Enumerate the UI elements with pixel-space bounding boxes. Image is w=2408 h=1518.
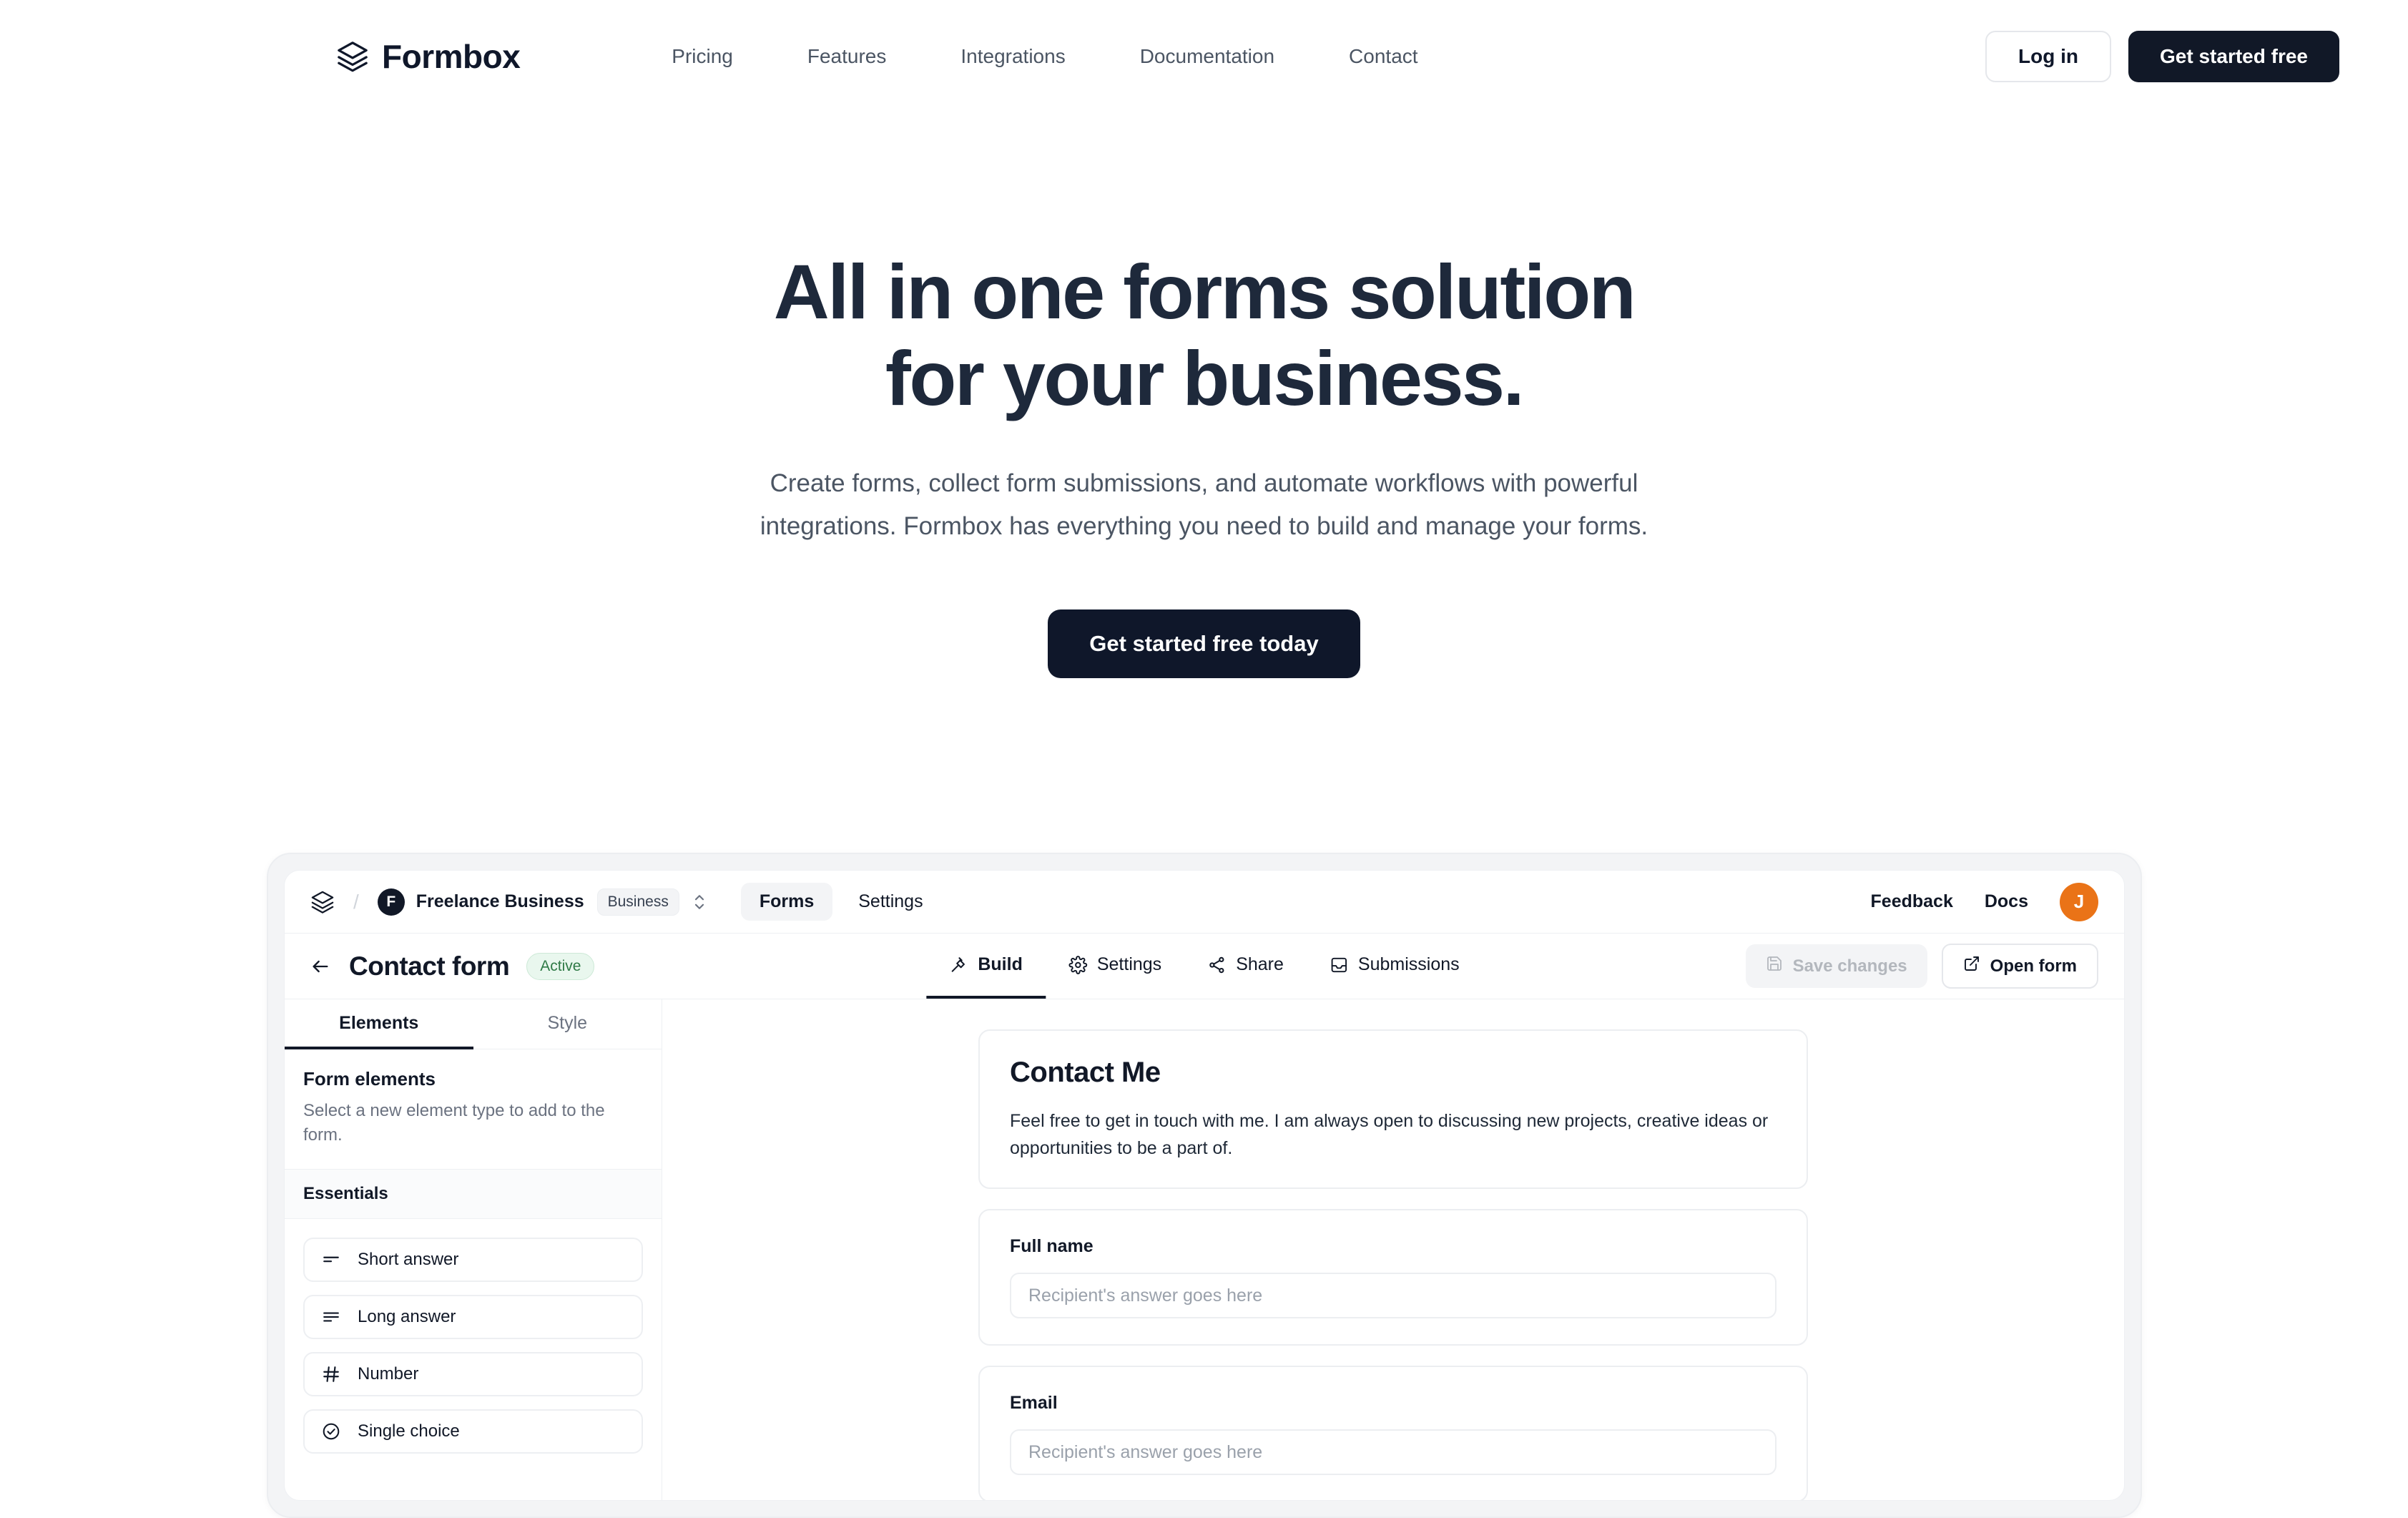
tab-share[interactable]: Share [1184, 934, 1307, 999]
field-label: Email [1010, 1393, 1058, 1413]
preview-field-card[interactable]: Full name Recipient's answer goes here [978, 1209, 1808, 1346]
form-canvas: Contact Me Feel free to get in touch wit… [662, 999, 2124, 1500]
tab-settings[interactable]: Settings [840, 883, 941, 921]
element-item-number[interactable]: Number [303, 1352, 643, 1397]
field-label: Full name [1010, 1236, 1094, 1256]
topbar-right-actions: Feedback Docs J [1871, 882, 2098, 921]
save-disk-icon [1766, 955, 1783, 977]
form-preview: Contact Me Feel free to get in touch wit… [978, 1029, 1808, 1500]
headline-line-1: All in one forms solution [773, 248, 1636, 335]
app-screenshot-frame: / F Freelance Business Business Forms Se… [267, 853, 2142, 1518]
external-link-icon [1963, 955, 1980, 977]
tab-style[interactable]: Style [473, 999, 662, 1049]
app-window: / F Freelance Business Business Forms Se… [284, 870, 2125, 1501]
nav-link-features[interactable]: Features [770, 45, 924, 68]
element-item-long-answer[interactable]: Long answer [303, 1295, 643, 1340]
nav-link-pricing[interactable]: Pricing [634, 45, 770, 68]
form-header: Contact form Active Build Settings Share… [285, 934, 2124, 999]
hero-section: All in one forms solution for your busin… [0, 113, 2408, 679]
short-answer-icon [322, 1250, 340, 1269]
chevron-up-down-icon[interactable] [679, 892, 707, 912]
app-layers-icon[interactable] [310, 890, 335, 914]
form-section-tabs: Build Settings Share Submissions [926, 934, 1482, 999]
tab-form-settings[interactable]: Settings [1046, 934, 1184, 999]
layers-icon [336, 40, 369, 73]
page-title: All in one forms solution for your busin… [0, 248, 2408, 422]
tab-build-label: Build [978, 954, 1023, 974]
sidebar-description: Select a new element type to add to the … [303, 1101, 605, 1145]
build-icon [949, 956, 968, 974]
tab-share-label: Share [1236, 954, 1284, 974]
check-circle-icon [322, 1422, 340, 1441]
element-type-list: Short answer Long answer Number Single c… [285, 1219, 662, 1472]
save-changes-label: Save changes [1792, 956, 1907, 976]
feedback-link[interactable]: Feedback [1871, 891, 1953, 912]
element-item-label: Short answer [358, 1250, 459, 1270]
org-avatar: F [377, 888, 405, 916]
element-item-label: Single choice [358, 1421, 460, 1441]
element-item-label: Number [358, 1364, 419, 1384]
preview-field-card[interactable]: Email Recipient's answer goes here [978, 1366, 1808, 1500]
field-input-full-name[interactable]: Recipient's answer goes here [1010, 1273, 1776, 1318]
app-body: Elements Style Form elements Select a ne… [285, 999, 2124, 1500]
hero-cta-button[interactable]: Get started free today [1048, 609, 1360, 679]
brand-name: Formbox [382, 38, 521, 75]
headline-line-2: for your business. [885, 334, 1525, 421]
nav-link-integrations[interactable]: Integrations [923, 45, 1102, 68]
elements-sidebar: Elements Style Form elements Select a ne… [285, 999, 662, 1500]
tab-form-settings-label: Settings [1096, 954, 1162, 974]
breadcrumb-separator: / [353, 890, 359, 913]
preview-description: Feel free to get in touch with me. I am … [1010, 1111, 1769, 1158]
open-form-label: Open form [1990, 956, 2077, 976]
org-name: Freelance Business [416, 891, 584, 911]
tab-elements[interactable]: Elements [285, 999, 473, 1049]
field-input-email[interactable]: Recipient's answer goes here [1010, 1429, 1776, 1475]
element-item-short-answer[interactable]: Short answer [303, 1238, 643, 1283]
tab-forms[interactable]: Forms [740, 883, 833, 921]
plan-badge: Business [596, 888, 679, 916]
form-title: Contact form [349, 951, 510, 981]
nav-link-contact[interactable]: Contact [1312, 45, 1455, 68]
tab-build[interactable]: Build [926, 934, 1046, 999]
share-icon [1207, 956, 1226, 974]
get-started-free-button[interactable]: Get started free [2128, 31, 2339, 82]
sidebar-heading: Form elements [303, 1068, 436, 1089]
tab-submissions[interactable]: Submissions [1307, 934, 1483, 999]
docs-link[interactable]: Docs [1985, 891, 2028, 912]
preview-title: Contact Me [1010, 1057, 1161, 1088]
long-answer-icon [322, 1308, 340, 1326]
element-item-label: Long answer [358, 1307, 456, 1327]
nav-link-documentation[interactable]: Documentation [1103, 45, 1312, 68]
site-header: Formbox Pricing Features Integrations Do… [0, 0, 2408, 113]
avatar[interactable]: J [2060, 882, 2098, 921]
section-label-essentials: Essentials [285, 1170, 662, 1220]
hero-subtitle: Create forms, collect form submissions, … [760, 469, 1648, 541]
sidebar-header: Form elements Select a new element type … [285, 1049, 662, 1170]
app-topbar: / F Freelance Business Business Forms Se… [285, 871, 2124, 934]
primary-nav: Pricing Features Integrations Documentat… [634, 45, 1455, 68]
element-item-single-choice[interactable]: Single choice [303, 1409, 643, 1454]
brand-logo[interactable]: Formbox [336, 37, 521, 76]
save-changes-button[interactable]: Save changes [1745, 944, 1927, 988]
form-header-actions: Save changes Open form [1745, 944, 2098, 989]
gear-icon [1068, 955, 1087, 974]
open-form-button[interactable]: Open form [1941, 944, 2098, 989]
preview-intro-card[interactable]: Contact Me Feel free to get in touch wit… [978, 1029, 1808, 1189]
status-badge: Active [526, 952, 595, 980]
sidebar-tabs: Elements Style [285, 999, 662, 1049]
workspace-tabs: Forms Settings [740, 883, 942, 921]
tab-submissions-label: Submissions [1357, 954, 1460, 974]
login-button[interactable]: Log in [1985, 31, 2112, 82]
header-actions: Log in Get started free [1985, 31, 2339, 82]
inbox-icon [1330, 956, 1348, 974]
hash-icon [322, 1365, 340, 1384]
arrow-left-icon[interactable] [310, 956, 330, 976]
